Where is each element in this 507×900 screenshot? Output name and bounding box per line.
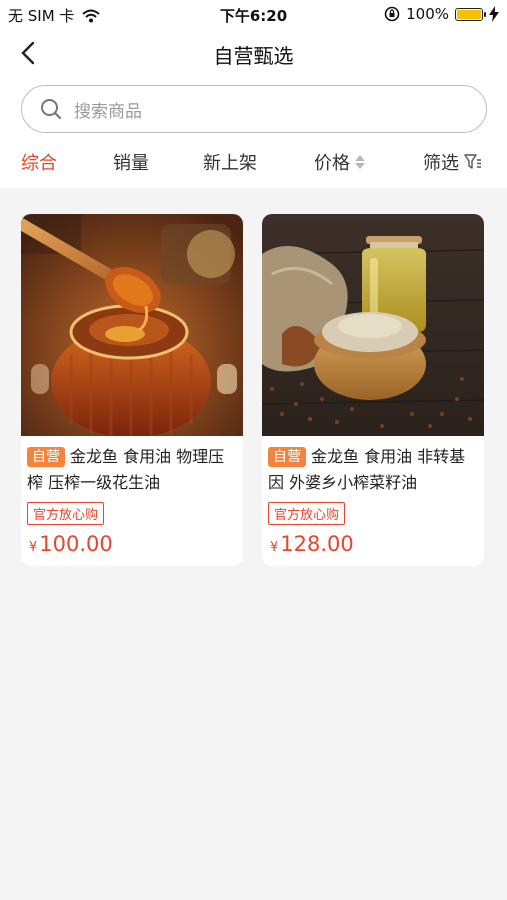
product-card[interactable]: 自营 金龙鱼 食用油 非转基因 外婆乡小榨菜籽油 官方放心购 ¥ 128.00	[262, 214, 484, 566]
charging-icon	[489, 6, 499, 22]
tab-label: 价格	[314, 153, 350, 174]
tab-label: 新上架	[203, 153, 257, 174]
tab-label: 销量	[113, 153, 149, 174]
sort-filter-bar: 综合 销量 新上架 价格 筛选	[0, 140, 507, 188]
currency-symbol: ¥	[29, 540, 38, 555]
tab-comprehensive[interactable]: 综合	[21, 149, 57, 175]
status-bar: 无 SIM 卡 下午6:20 100%	[0, 0, 507, 28]
product-image	[262, 214, 484, 436]
search-section: 搜索商品	[0, 78, 507, 140]
tab-label: 筛选	[423, 153, 459, 174]
official-badge: 官方放心购	[268, 502, 346, 525]
tab-sales[interactable]: 销量	[113, 149, 149, 175]
self-operated-tag: 自营	[268, 447, 306, 467]
product-image	[21, 214, 243, 436]
search-input[interactable]: 搜索商品	[21, 85, 487, 133]
page-title: 自营甄选	[213, 44, 294, 68]
search-placeholder: 搜索商品	[74, 101, 142, 122]
tab-price[interactable]: 价格	[314, 149, 365, 175]
official-badge: 官方放心购	[27, 502, 105, 525]
tab-filter[interactable]: 筛选	[423, 149, 482, 175]
battery-icon	[455, 7, 486, 21]
currency-symbol: ¥	[270, 540, 279, 555]
price-value: 128.00	[280, 532, 354, 556]
product-title-block: 自营 金龙鱼 食用油 非转基因 外婆乡小榨菜籽油	[268, 444, 480, 496]
product-price: ¥ 100.00	[29, 532, 113, 556]
nav-bar: 自营甄选	[0, 28, 507, 78]
tab-label: 综合	[21, 153, 57, 174]
battery-percent: 100%	[406, 5, 449, 23]
sort-arrows-icon	[355, 155, 365, 169]
orientation-lock-icon	[384, 6, 400, 22]
product-card[interactable]: 自营 金龙鱼 食用油 物理压榨 压榨一级花生油 官方放心购 ¥ 100.00	[21, 214, 243, 566]
price-value: 100.00	[39, 532, 113, 556]
self-operated-tag: 自营	[27, 447, 65, 467]
tab-new-arrivals[interactable]: 新上架	[203, 149, 257, 175]
product-price: ¥ 128.00	[270, 532, 354, 556]
search-icon	[41, 99, 62, 120]
product-title-block: 自营 金龙鱼 食用油 物理压榨 压榨一级花生油	[27, 444, 239, 496]
filter-icon	[464, 154, 481, 169]
